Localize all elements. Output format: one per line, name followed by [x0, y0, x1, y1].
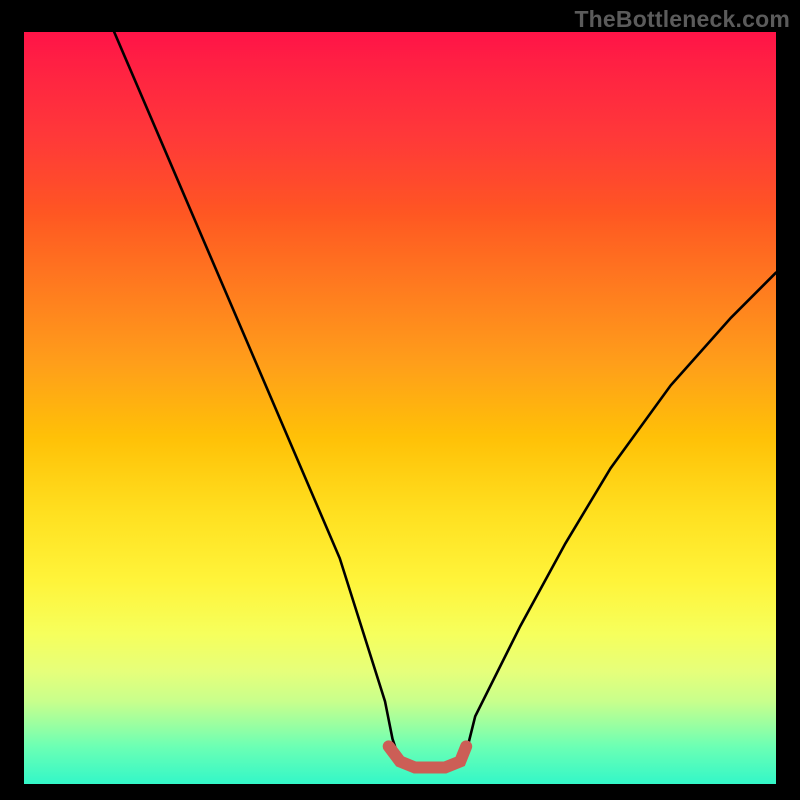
curve-svg — [24, 32, 776, 784]
curve-path-highlight — [389, 746, 467, 767]
plot-area — [24, 32, 776, 784]
chart-frame: TheBottleneck.com — [0, 0, 800, 800]
watermark-text: TheBottleneck.com — [574, 6, 790, 33]
curve-path-black — [114, 32, 776, 769]
